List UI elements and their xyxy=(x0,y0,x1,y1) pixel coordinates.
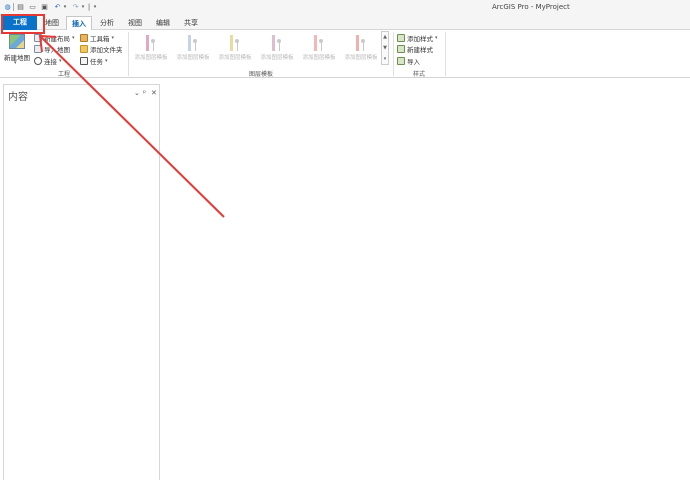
add-folder-button[interactable]: 添加文件夹 xyxy=(80,44,123,54)
task-icon xyxy=(80,57,88,65)
layer-template-icon xyxy=(188,35,191,51)
tab-share[interactable]: 共享 xyxy=(178,16,204,30)
layer-template-label: 添加图层模板 xyxy=(134,55,168,61)
add-style-button[interactable]: 添加样式 ▾ xyxy=(397,33,438,43)
import-map-label: 导入地图 xyxy=(44,46,70,54)
pin-stem xyxy=(152,43,154,51)
layer-template-label: 添加图层模板 xyxy=(344,55,378,61)
new-layout-label: 新建布局 xyxy=(44,35,70,43)
layer-template-icon xyxy=(230,35,233,51)
project-group-label: 工程 xyxy=(58,71,71,78)
pin-stem xyxy=(236,43,238,51)
connection-button[interactable]: 连接 ▾ xyxy=(34,56,62,66)
new-style-button[interactable]: 新建样式 xyxy=(397,44,433,54)
import-map-button[interactable]: 导入地图 xyxy=(34,44,70,54)
customize-toolbar-icon[interactable]: ▾ xyxy=(92,2,98,12)
new-style-label: 新建样式 xyxy=(407,46,433,54)
chevron-down-icon: ▾ xyxy=(14,60,17,66)
pin-stem xyxy=(362,43,364,51)
gallery-scrollbar[interactable]: ▲ ▼ ▾ xyxy=(381,31,389,65)
connection-icon xyxy=(34,57,42,65)
chevron-down-icon: ▾ xyxy=(59,58,62,64)
open-project-icon[interactable]: ▭ xyxy=(28,2,37,12)
redo-icon[interactable]: ↷ xyxy=(71,2,80,12)
layer-template-icon xyxy=(356,35,359,51)
new-layout-button[interactable]: 新建布局 ▾ xyxy=(34,33,75,43)
task-button[interactable]: 任务 ▾ xyxy=(80,56,108,66)
chevron-down-icon: ▾ xyxy=(435,35,438,41)
save-icon[interactable]: ▣ xyxy=(40,2,49,12)
layer-template-item[interactable]: 添加图层模板 xyxy=(131,33,171,65)
toolbox-button[interactable]: 工具箱 ▾ xyxy=(80,33,114,43)
layer-template-label: 添加图层模板 xyxy=(302,55,336,61)
layer-template-item[interactable]: 添加图层模板 xyxy=(257,33,297,65)
layer-template-item[interactable]: 添加图层模板 xyxy=(173,33,213,65)
scroll-up-icon[interactable]: ▲ xyxy=(382,32,388,42)
layer-template-item[interactable]: 添加图层模板 xyxy=(341,33,381,65)
layer-templates-group-label: 图层模板 xyxy=(249,71,274,78)
group-divider xyxy=(445,32,446,76)
import-map-icon xyxy=(34,45,42,53)
pin-icon[interactable]: ᵖ xyxy=(143,89,146,97)
layer-template-item[interactable]: 添加图层模板 xyxy=(215,33,255,65)
toolbar-separator xyxy=(13,3,14,11)
folder-icon xyxy=(80,45,88,53)
connection-label: 连接 xyxy=(44,58,57,66)
undo-icon[interactable]: ↶ xyxy=(53,2,62,12)
group-divider xyxy=(393,32,394,76)
map-icon xyxy=(9,34,25,49)
layer-template-icon xyxy=(146,35,149,51)
tab-view[interactable]: 视图 xyxy=(122,16,148,30)
close-icon[interactable]: ✕ xyxy=(151,89,157,97)
layer-template-icon xyxy=(314,35,317,51)
contents-pane-title: 内容 xyxy=(8,92,28,103)
main-view-area xyxy=(162,78,690,480)
tab-insert[interactable]: 插入 xyxy=(66,16,92,31)
ribbon: 新建地图 ▾ 新建布局 ▾ 导入地图 连接 ▾ 工具箱 ▾ 添加文件夹 任务 ▾… xyxy=(0,30,690,78)
app-logo-icon: ◍ xyxy=(4,3,11,11)
window-title: ArcGIS Pro - MyProject xyxy=(492,3,570,11)
undo-dropdown-icon[interactable]: ▾ xyxy=(62,2,68,12)
pin-stem xyxy=(278,43,280,51)
pane-menu-icon[interactable]: ⌄ xyxy=(134,89,140,97)
gallery-expand-icon[interactable]: ▾ xyxy=(382,54,388,64)
styles-group-label: 样式 xyxy=(413,71,426,78)
layer-template-gallery: 添加图层模板 添加图层模板 添加图层模板 添加图层模板 添加图层模板 添加图层模… xyxy=(131,31,381,67)
layout-icon xyxy=(34,34,42,42)
import-style-icon xyxy=(397,57,405,65)
layer-template-item[interactable]: 添加图层模板 xyxy=(299,33,339,65)
layer-template-label: 添加图层模板 xyxy=(176,55,210,61)
chevron-down-icon: ▾ xyxy=(105,58,108,64)
new-map-button[interactable]: 新建地图 ▾ xyxy=(2,32,32,66)
layer-template-label: 添加图层模板 xyxy=(218,55,252,61)
new-project-icon[interactable]: ▤ xyxy=(16,2,25,12)
import-style-label: 导入 xyxy=(407,58,420,66)
new-style-icon xyxy=(397,45,405,53)
add-style-icon xyxy=(397,34,405,42)
pin-stem xyxy=(194,43,196,51)
ribbon-tab-bar: 工程 地图 插入 分析 视图 编辑 共享 xyxy=(0,14,690,31)
layer-template-icon xyxy=(272,35,275,51)
import-style-button[interactable]: 导入 xyxy=(397,56,420,66)
toolbox-icon xyxy=(80,34,88,42)
task-label: 任务 xyxy=(90,58,103,66)
add-folder-label: 添加文件夹 xyxy=(90,46,123,54)
layer-template-label: 添加图层模板 xyxy=(260,55,294,61)
tab-map[interactable]: 地图 xyxy=(40,16,64,30)
quick-access-separator: | xyxy=(87,3,91,11)
contents-pane: 内容 ⌄ ᵖ ✕ xyxy=(3,84,160,480)
new-map-label: 新建地图 xyxy=(4,54,30,62)
add-style-label: 添加样式 xyxy=(407,35,433,43)
toolbox-label: 工具箱 xyxy=(90,35,110,43)
chevron-down-icon: ▾ xyxy=(72,35,75,41)
tab-project[interactable]: 工程 xyxy=(3,14,37,30)
tab-edit[interactable]: 编辑 xyxy=(150,16,176,30)
pin-stem xyxy=(320,43,322,51)
tab-analysis[interactable]: 分析 xyxy=(94,16,120,30)
redo-dropdown-icon[interactable]: ▾ xyxy=(80,2,86,12)
title-bar: ◍ ▤ ▭ ▣ ↶ ▾ ↷ ▾ | ▾ ArcGIS Pro - MyProje… xyxy=(0,0,690,14)
scroll-down-icon[interactable]: ▼ xyxy=(382,43,388,53)
chevron-down-icon: ▾ xyxy=(111,35,115,41)
